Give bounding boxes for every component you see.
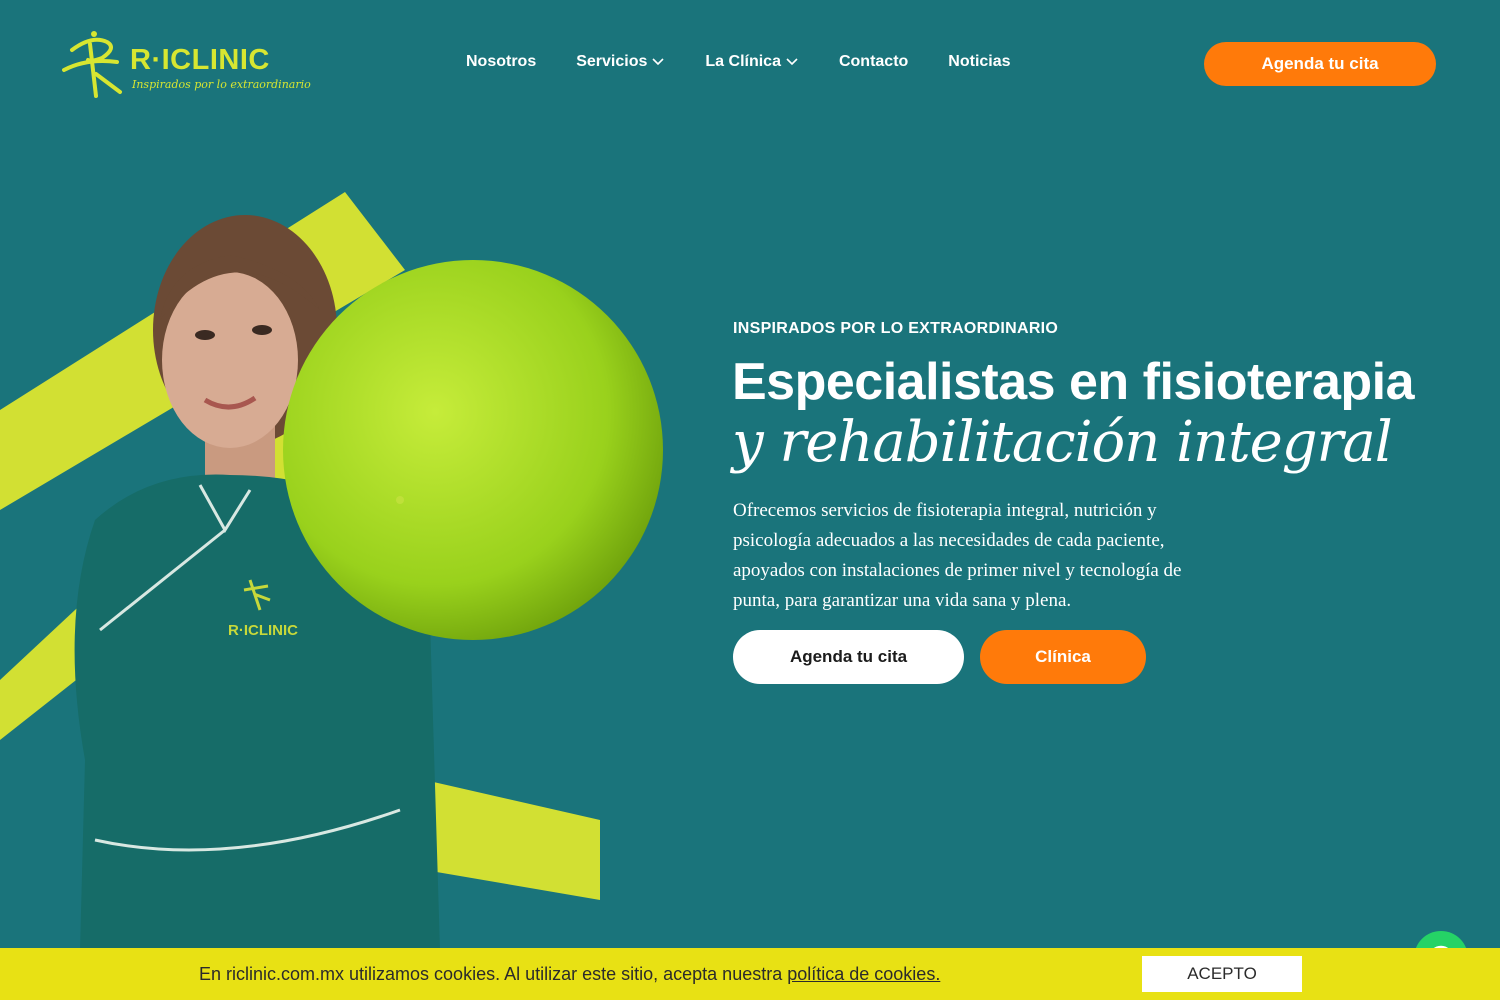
nav-item-servicios[interactable]: Servicios	[576, 53, 665, 71]
cookie-bar: En riclinic.com.mx utilizamos cookies. A…	[0, 948, 1500, 1000]
header-book-appointment-button[interactable]: Agenda tu cita	[1204, 42, 1436, 86]
cookie-message: En riclinic.com.mx utilizamos cookies. A…	[199, 964, 940, 985]
nav-label: La Clínica	[705, 53, 781, 70]
nav-label: Contacto	[838, 53, 909, 70]
hero-description: Ofrecemos servicios de fisioterapia inte…	[733, 500, 1182, 611]
site-header: R·ICLINIC Inspirados por lo extraordinar…	[0, 0, 1500, 130]
hero-clinic-button[interactable]: Clínica	[980, 630, 1146, 684]
hero-title-line1: Especialistas en fisioterapia	[732, 353, 1415, 411]
logo-figure-icon	[62, 31, 122, 98]
nav-label: Nosotros	[466, 53, 537, 70]
cookie-policy-link[interactable]: política de cookies.	[787, 964, 940, 984]
hero-title-line2: y rehabilitación integral	[732, 410, 1393, 475]
nav-label: Noticias	[948, 53, 1011, 70]
uniform-logo-text: R·ICLINIC	[228, 622, 298, 639]
nav-item-nosotros[interactable]: Nosotros	[466, 53, 536, 71]
nav-item-la-clinica[interactable]: La Clínica	[705, 53, 799, 71]
hero-therapist-image: R·ICLINIC	[74, 215, 663, 950]
cookie-accept-button[interactable]: ACEPTO	[1142, 956, 1302, 992]
chevron-down-icon	[786, 58, 798, 66]
main-nav: Nosotros Servicios La Clínica Contacto N…	[466, 53, 1051, 71]
logo-tagline: Inspirados por lo extraordinario	[132, 78, 311, 91]
hero-eyebrow: INSPIRADOS POR LO EXTRAORDINARIO	[733, 320, 1059, 337]
nav-item-contacto[interactable]: Contacto	[839, 53, 908, 71]
nav-item-noticias[interactable]: Noticias	[948, 53, 1010, 71]
hero-book-appointment-button[interactable]: Agenda tu cita	[733, 630, 964, 684]
logo-text: R·ICLINIC	[130, 44, 270, 76]
chevron-down-icon	[652, 58, 664, 66]
nav-label: Servicios	[576, 53, 648, 70]
cookie-text: En riclinic.com.mx utilizamos cookies. A…	[199, 964, 788, 984]
site-logo[interactable]: R·ICLINIC Inspirados por lo extraordinar…	[62, 30, 311, 100]
